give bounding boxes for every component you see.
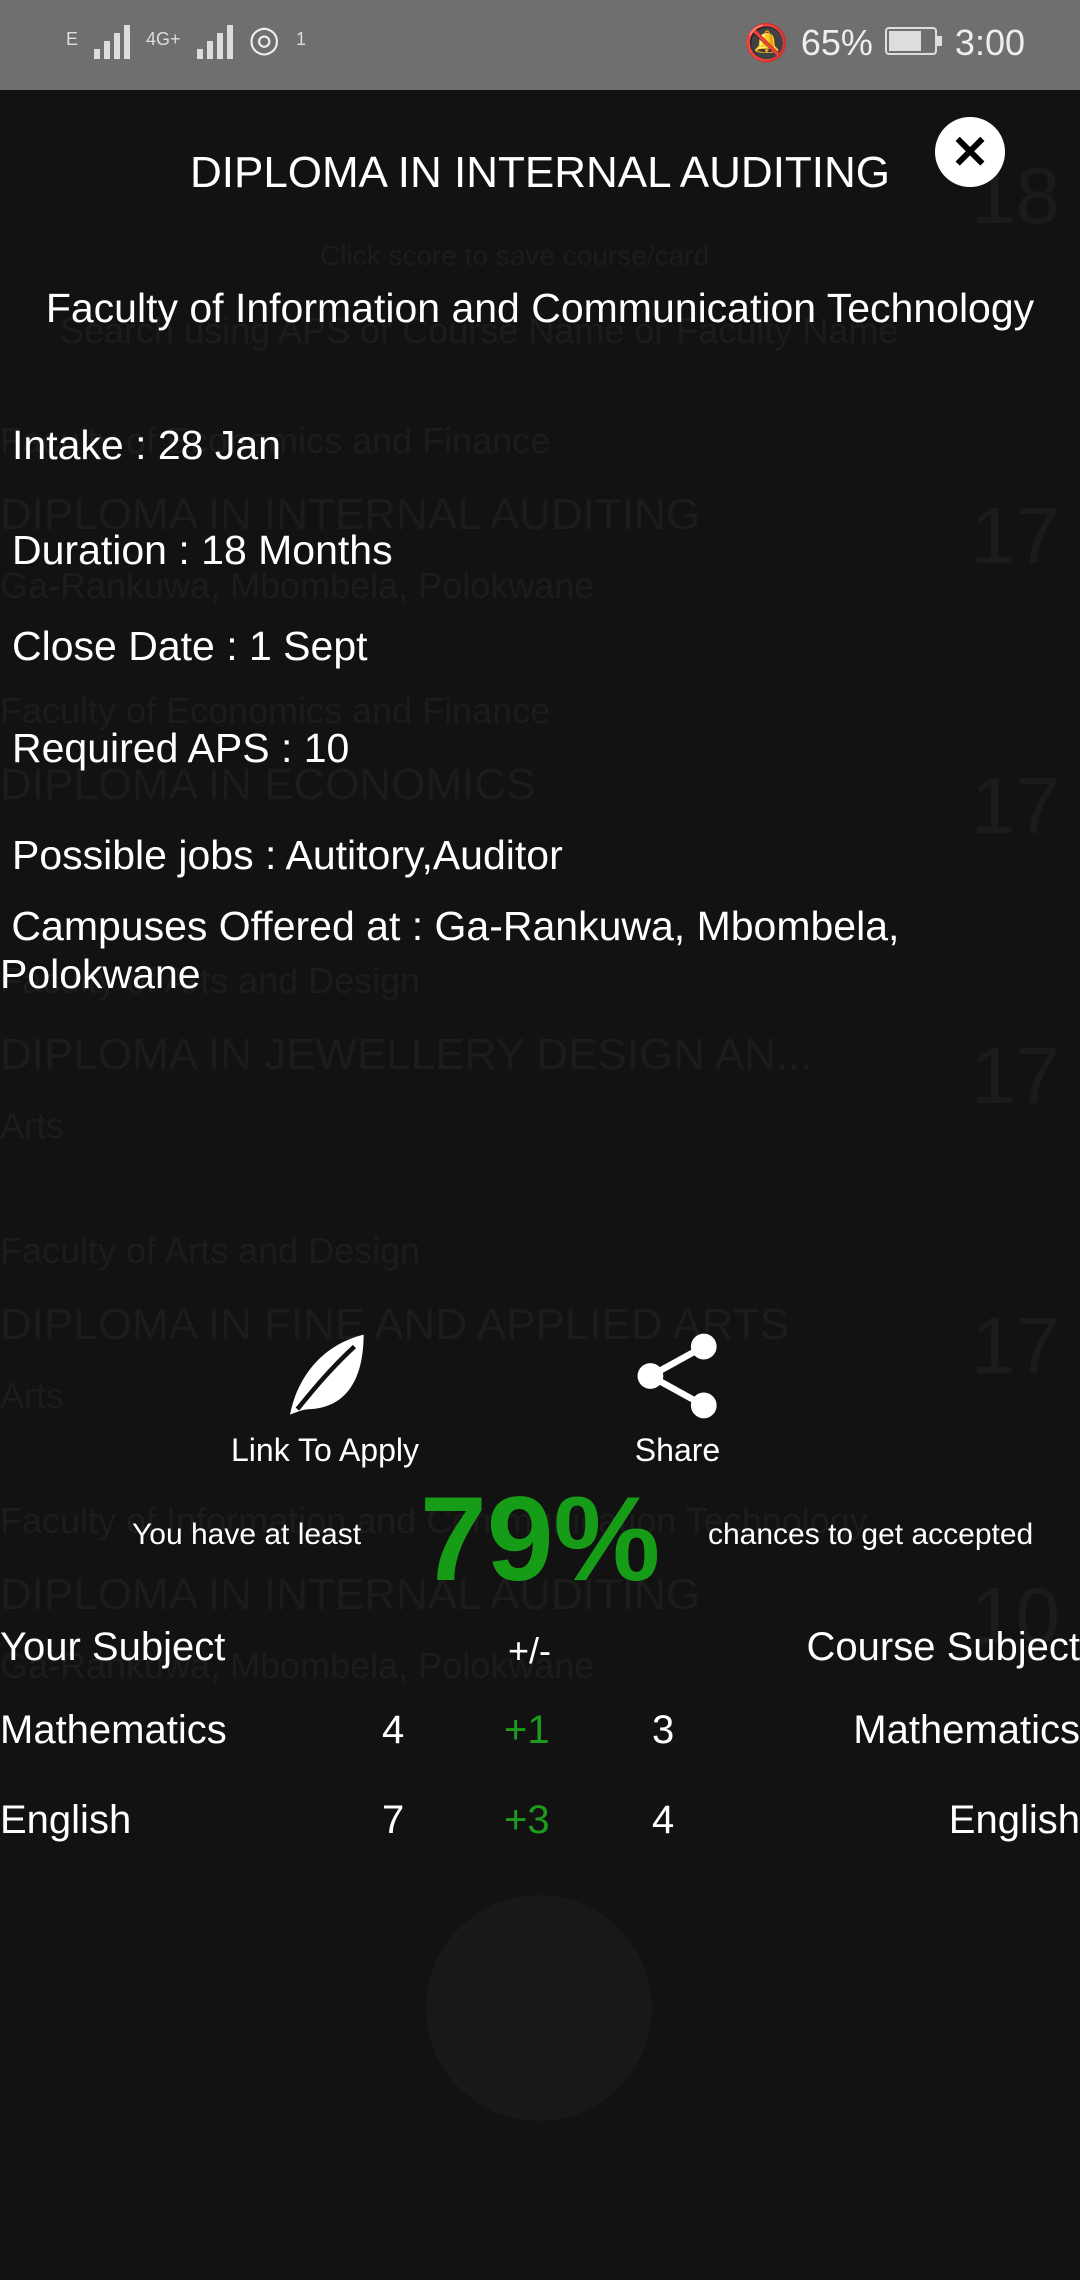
close-icon: ✕ [950, 126, 990, 178]
duration-text: Duration : 18 Months [12, 527, 393, 573]
close-date-text: Close Date : 1 Sept [12, 623, 368, 669]
battery-percent: 65% [800, 22, 873, 63]
your-subject-name: Mathematics [0, 1708, 227, 1752]
hotspot-icon: ◎ [248, 18, 280, 59]
share-button[interactable]: Share [590, 1330, 765, 1469]
course-title: DIPLOMA IN INTERNAL AUDITING [189, 148, 891, 197]
chance-prefix: You have at least [132, 1518, 362, 1551]
chance-suffix: chances to get accepted [708, 1518, 1034, 1551]
score-diff: +3 [504, 1798, 550, 1842]
close-button[interactable]: ✕ [935, 117, 1005, 187]
campuses-text: Campuses Offered at : Ga-Rankuwa, Mbombe… [0, 902, 1000, 998]
signal-icon-2 [196, 19, 233, 59]
possible-jobs-text: Possible jobs : Autitory,Auditor [12, 832, 563, 878]
campuses-label: Campuses Offered at : Ga-Rankuwa, Mbombe… [0, 903, 900, 997]
share-label: Share [634, 1432, 721, 1468]
hotspot-count: 1 [295, 28, 306, 49]
clock: 3:00 [954, 22, 1025, 63]
battery-icon [884, 22, 943, 64]
your-subject-header: Your Subject [0, 1625, 226, 1669]
course-detail-modal: DIPLOMA IN INTERNAL AUDITING ✕ Faculty o… [0, 90, 1080, 2280]
link-to-apply-label: Link To Apply [231, 1432, 419, 1468]
table-row: Mathematics 4 +1 3 Mathematics [0, 1708, 1080, 1768]
course-score: 4 [652, 1798, 675, 1842]
signal-icon [94, 19, 131, 59]
network-type-e: E [66, 28, 79, 49]
network-type-4g: 4G+ [146, 28, 181, 49]
course-subject-header: Course Subject [806, 1625, 1080, 1669]
status-left: E 4G+ ◎ 1 [66, 18, 306, 60]
intake-text: Intake : 28 Jan [12, 422, 281, 468]
course-score: 3 [652, 1708, 675, 1752]
faculty-name: Faculty of Information and Communication… [45, 285, 1035, 331]
status-bar: E 4G+ ◎ 1 🔕 65% 3:00 [0, 0, 1080, 90]
link-to-apply-button[interactable]: Link To Apply [220, 1330, 430, 1469]
your-score: 7 [382, 1798, 405, 1842]
table-row: English 7 +3 4 English [0, 1798, 1080, 1858]
required-aps-text: Required APS : 10 [12, 725, 350, 771]
diff-header: +/- [508, 1630, 552, 1671]
course-subject-name: Mathematics [853, 1708, 1080, 1752]
chance-percent: 79% [420, 1472, 661, 1606]
status-right: 🔕 65% 3:00 [744, 22, 1025, 64]
score-diff: +1 [504, 1708, 550, 1752]
share-icon [637, 1333, 717, 1419]
course-subject-name: English [948, 1798, 1080, 1842]
leaf-icon [290, 1334, 364, 1415]
mute-bell-icon: 🔕 [744, 22, 789, 63]
your-subject-name: English [0, 1798, 132, 1842]
your-score: 4 [382, 1708, 405, 1752]
